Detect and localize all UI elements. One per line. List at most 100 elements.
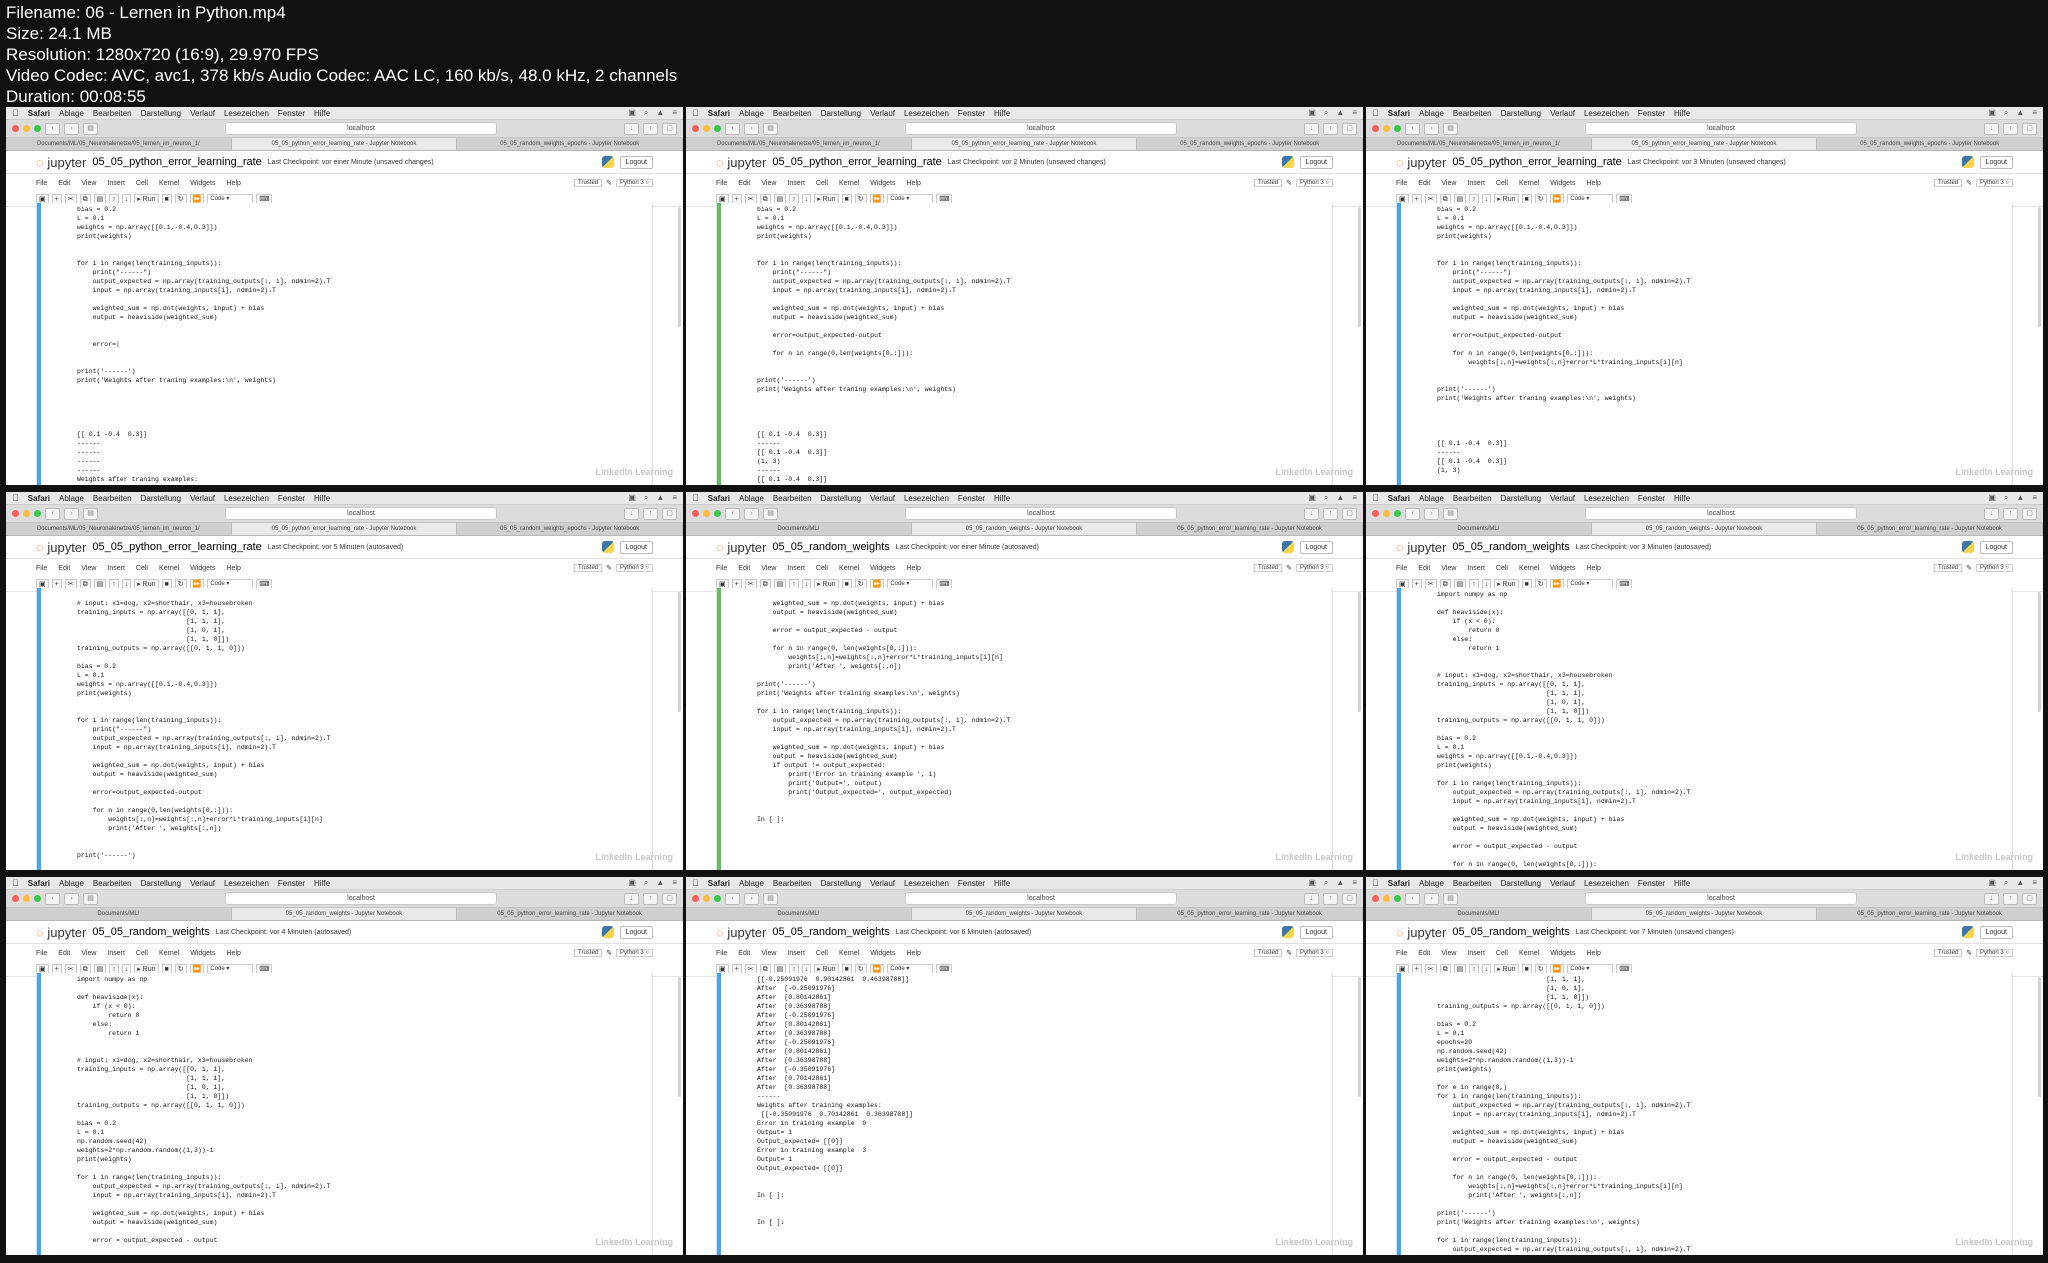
share-icon[interactable]: ↑ [2003,122,2018,135]
scrollbar[interactable] [2038,977,2041,1097]
notebook-menu-item[interactable]: File [1396,180,1407,187]
notebook-cell[interactable]: import numpy as np def heaviside(x): if … [1396,588,2013,870]
close-window-button[interactable] [12,510,19,517]
notebook-menu-item[interactable]: Widgets [190,565,215,572]
notebook-menu-item[interactable]: Widgets [190,950,215,957]
cell-code[interactable]: import numpy as np def heaviside(x): if … [77,975,646,1255]
notebook-menu-item[interactable]: Widgets [1550,565,1575,572]
minimize-window-button[interactable] [1383,510,1390,517]
notebook-menu-item[interactable]: Edit [1418,950,1430,957]
minimize-window-button[interactable] [1383,125,1390,132]
menu-item[interactable]: Bearbeiten [93,494,132,503]
jupyter-logo[interactable]: ◌ jupyter [1396,155,1446,170]
notebook-menu-item[interactable]: Cell [1496,180,1508,187]
download-icon[interactable]: ↓ [1984,507,1999,520]
notebook-menu-item[interactable]: Edit [738,950,750,957]
sidebar-icon[interactable]: ▤ [763,507,778,520]
zoom-window-button[interactable] [714,125,721,132]
menu-item[interactable]: Bearbeiten [1453,879,1492,888]
close-window-button[interactable] [1372,510,1379,517]
address-bar[interactable]: localhost [1585,507,1857,520]
menu-item[interactable]: Ablage [59,109,84,118]
minimize-window-button[interactable] [23,895,30,902]
notebook-menu-item[interactable]: File [36,950,47,957]
jupyter-logo[interactable]: ◌ jupyter [716,925,766,940]
pencil-icon[interactable]: ✎ [1286,949,1292,957]
notebook-title[interactable]: 05_05_python_error_learning_rate [772,156,941,168]
zoom-window-button[interactable] [1394,125,1401,132]
scrollbar[interactable] [2038,207,2041,327]
browser-tab[interactable]: 05_05_python_error_learning_rate - Jupyt… [457,908,683,920]
menu-item[interactable]: Verlauf [190,879,215,888]
logout-button[interactable]: Logout [619,155,653,169]
address-bar[interactable]: localhost [1585,892,1857,905]
menu-item[interactable]: Lesezeichen [904,109,949,118]
notebook-menu-item[interactable]: File [36,180,47,187]
back-icon[interactable]: ‹ [45,507,60,520]
menu-item[interactable]: Lesezeichen [224,109,269,118]
notebook-menu-item[interactable]: View [1441,565,1456,572]
scrollbar[interactable] [678,977,681,1097]
menu-item[interactable]: Hilfe [314,109,330,118]
browser-tab[interactable]: 05_05_python_error_learning_rate - Jupyt… [911,138,1138,150]
notebook-menu-item[interactable]: Kernel [159,180,179,187]
pencil-icon[interactable]: ✎ [1966,564,1972,572]
cell-code[interactable]: bias = 0.2 L = 0.1 weights = np.array([[… [77,205,646,485]
notebook-menu-item[interactable]: Kernel [839,950,859,957]
menu-item[interactable]: Darstellung [1501,109,1541,118]
notebook-menu-item[interactable]: Help [907,565,921,572]
scrollbar[interactable] [1358,592,1361,712]
apple-icon[interactable]:  [1372,108,1379,118]
notebook-menu-item[interactable]: Kernel [839,180,859,187]
sidebar-icon[interactable]: ▤ [83,507,98,520]
notebook-menu-item[interactable]: Edit [738,180,750,187]
notebook-menu-item[interactable]: Help [907,950,921,957]
notebook-menu-item[interactable]: File [1396,950,1407,957]
logout-button[interactable]: Logout [1299,155,1333,169]
address-bar[interactable]: localhost [225,892,497,905]
notebook-menu-item[interactable]: File [716,950,727,957]
zoom-window-button[interactable] [1394,510,1401,517]
notebook-menu-item[interactable]: View [761,565,776,572]
notebook-menu-item[interactable]: Insert [787,565,805,572]
notebook-menu-item[interactable]: View [1441,950,1456,957]
browser-tab[interactable]: 05_05_random_weights - Jupyter Notebook [1591,523,1818,535]
browser-tab[interactable]: Documents/ML/05_Neuronalenetze/05_lernen… [6,523,232,535]
cell-code[interactable]: weighted_sum = np.dot(weights, input) + … [757,590,1326,870]
menu-item[interactable]: Lesezeichen [1584,879,1629,888]
trusted-badge[interactable]: Trusted [1934,179,1963,187]
browser-tab[interactable]: Documents/ML/05_Neuronalenetze/05_lernen… [6,138,232,150]
menu-item[interactable]: Lesezeichen [1584,109,1629,118]
notebook-menu-item[interactable]: View [81,950,96,957]
notebook-menu-item[interactable]: Edit [738,565,750,572]
forward-icon[interactable]: › [64,122,79,135]
close-window-button[interactable] [1372,895,1379,902]
menu-item[interactable]: Darstellung [821,109,861,118]
share-icon[interactable]: ↑ [1323,122,1338,135]
menu-item[interactable]: Bearbeiten [93,879,132,888]
menu-item[interactable]: Fenster [958,879,985,888]
tabs-icon[interactable]: ▢ [1342,507,1357,520]
browser-tab[interactable]: 05_05_python_error_learning_rate - Jupyt… [1817,908,2043,920]
zoom-window-button[interactable] [1394,895,1401,902]
sidebar-icon[interactable]: ▤ [1443,892,1458,905]
tabs-icon[interactable]: ▢ [1342,122,1357,135]
download-icon[interactable]: ↓ [624,507,639,520]
notebook-cell[interactable]: bias = 0.2 L = 0.1 weights = np.array([[… [716,203,1333,485]
browser-tab[interactable]: 05_05_random_weights - Jupyter Notebook [911,523,1138,535]
back-icon[interactable]: ‹ [1405,892,1420,905]
logout-button[interactable]: Logout [619,540,653,554]
pencil-icon[interactable]: ✎ [1286,564,1292,572]
close-window-button[interactable] [692,510,699,517]
back-icon[interactable]: ‹ [45,892,60,905]
sidebar-icon[interactable]: ▤ [763,122,778,135]
menu-item[interactable]: Verlauf [870,494,895,503]
notebook-title[interactable]: 05_05_random_weights [772,541,889,553]
minimize-window-button[interactable] [703,125,710,132]
logout-button[interactable]: Logout [1979,925,2013,939]
notebook-menu-item[interactable]: Widgets [870,565,895,572]
menu-item[interactable]: Safari [1388,109,1410,118]
menu-item[interactable]: Safari [28,879,50,888]
forward-icon[interactable]: › [64,892,79,905]
notebook-title[interactable]: 05_05_python_error_learning_rate [92,156,261,168]
